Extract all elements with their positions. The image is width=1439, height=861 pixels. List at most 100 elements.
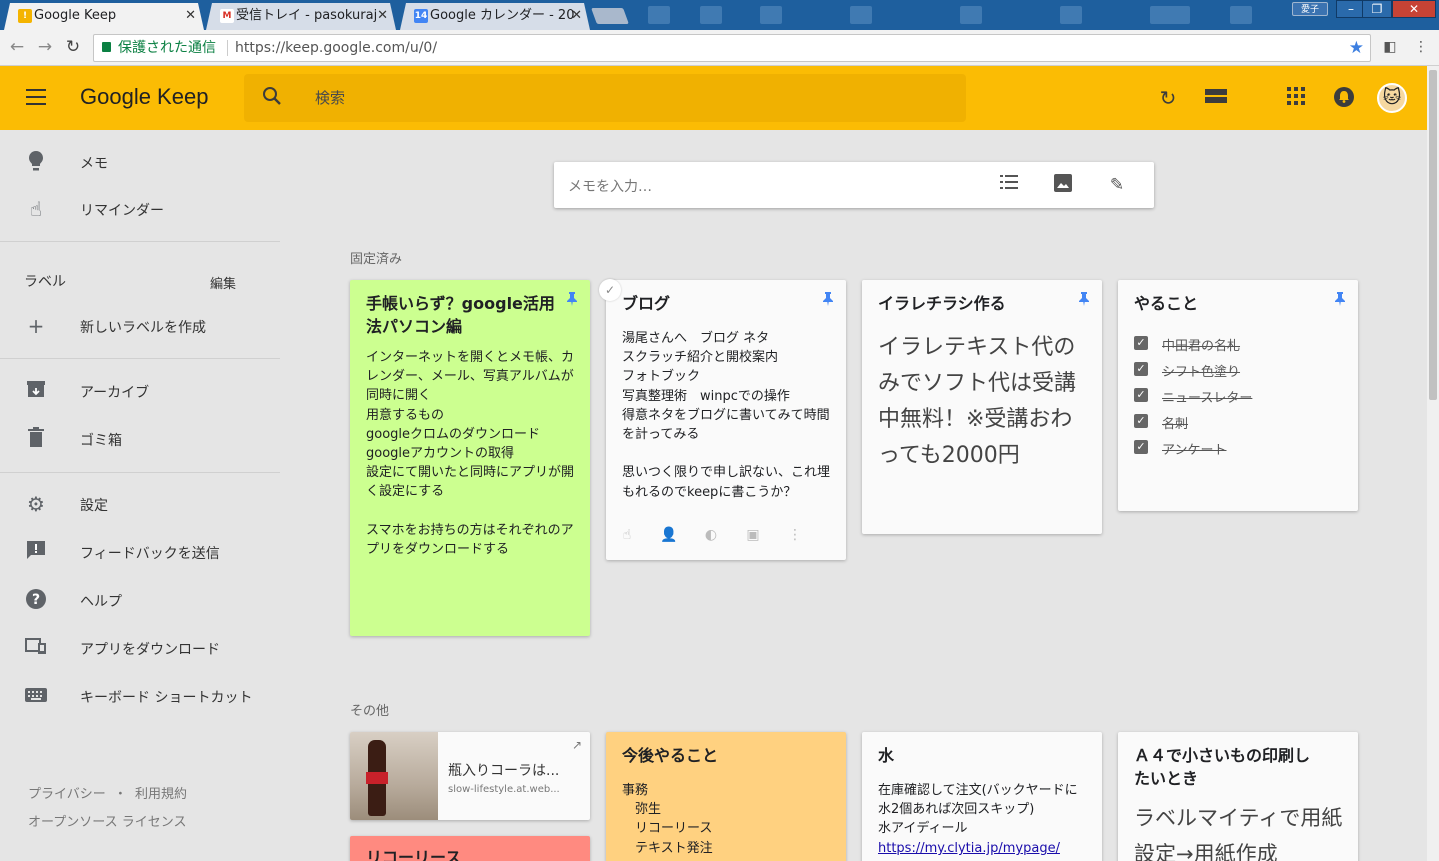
sidebar-item-label: キーボード ショートカット <box>80 690 253 706</box>
note-card[interactable]: 水 在庫確認して注文(バックヤードに水2個あれば次回スキップ) 水アイディール … <box>862 732 1102 861</box>
note-card[interactable]: ブログ 湯尾さんへ ブログ ネタ スクラッチ紹介と開校案内 フォトブック 写真整… <box>606 280 846 560</box>
tab-gmail[interactable]: M 受信トレイ - pasokuraj ✕ <box>206 3 396 30</box>
tab-google-keep[interactable]: ! Google Keep ✕ <box>4 3 204 30</box>
sidebar-item-help[interactable]: ? ヘルプ <box>0 580 280 620</box>
checkbox-checked-icon[interactable]: ✓ <box>1134 336 1148 350</box>
lock-icon <box>102 42 111 52</box>
maximize-icon[interactable]: ❐ <box>1362 0 1392 18</box>
sidebar-item-keyboard-shortcuts[interactable]: キーボード ショートカット <box>0 676 280 716</box>
new-list-icon[interactable] <box>998 174 1020 196</box>
create-label-button[interactable]: + 新しいラベルを作成 <box>0 306 280 346</box>
archive-icon[interactable]: ▣ <box>744 526 762 544</box>
note-card[interactable]: イラレチラシ作る イラレテキスト代のみでソフト代は受講中無料！※受講おわっても2… <box>862 280 1102 534</box>
note-body: 湯尾さんへ ブログ ネタ スクラッチ紹介と開校案内 フォトブック 写真整理術 w… <box>622 331 831 500</box>
refresh-icon[interactable]: ↻ <box>1156 86 1180 110</box>
link-domain: slow-lifestyle.at.web... <box>448 784 560 795</box>
plus-icon: + <box>27 314 45 338</box>
scrollbar-thumb[interactable] <box>1429 70 1437 400</box>
sidebar-item-feedback[interactable]: フィードバックを送信 <box>0 532 280 572</box>
page-scrollbar[interactable] <box>1427 66 1439 861</box>
avatar[interactable]: 🐱 <box>1377 83 1407 113</box>
keep-extension-icon[interactable]: ◧ <box>1381 38 1399 56</box>
note-composer[interactable]: メモを入力… ✎ <box>554 162 1154 208</box>
sidebar-item-settings[interactable]: ⚙ 設定 <box>0 484 280 524</box>
sidebar-item-label: 設定 <box>80 498 108 514</box>
sidebar-item-label: アプリをダウンロード <box>80 642 220 658</box>
pin-icon[interactable] <box>822 292 834 306</box>
address-bar[interactable]: 保護された通信 https://keep.google.com/u/0/ ★ <box>93 34 1371 62</box>
search-icon[interactable] <box>262 86 282 108</box>
note-body: 在庫確認して注文(バックヤードに水2個あれば次回スキップ) 水アイディール <box>878 783 1078 837</box>
checkbox-checked-icon[interactable]: ✓ <box>1134 440 1148 454</box>
privacy-link[interactable]: プライバシー <box>28 787 106 802</box>
oss-license-link[interactable]: オープンソース ライセンス <box>28 811 186 830</box>
reminder-hand-icon[interactable]: ☝ <box>618 526 636 544</box>
new-image-icon[interactable] <box>1052 174 1074 196</box>
note-card[interactable]: 手帳いらず？google活用法パソコン編 インターネットを開くとメモ帳、カレンダ… <box>350 280 590 636</box>
list-view-icon[interactable] <box>1204 86 1228 110</box>
more-vert-icon[interactable]: ⋮ <box>1412 38 1430 56</box>
close-icon[interactable]: ✕ <box>185 3 196 29</box>
sidebar: メモ ☝ リマインダー ラベル 編集 + 新しいラベルを作成 アーカイブ ゴミ箱… <box>0 130 280 861</box>
terms-link[interactable]: 利用規約 <box>135 787 187 802</box>
note-title: やること <box>1134 294 1199 313</box>
note-card[interactable]: やること ✓ 中田君の名札 ✓ シフト色塗り ✓ ニュースレター ✓ 名刺 ✓ … <box>1118 280 1358 511</box>
note-title: Ａ４で小さいもの印刷したいとき <box>1134 746 1311 788</box>
checklist-item-text: アンケート <box>1162 443 1227 458</box>
reload-icon[interactable]: ↻ <box>62 36 84 58</box>
sidebar-item-label: フィードバックを送信 <box>80 546 220 562</box>
checkbox-checked-icon[interactable]: ✓ <box>1134 362 1148 376</box>
sidebar-item-archive[interactable]: アーカイブ <box>0 371 280 411</box>
close-icon[interactable]: ✕ <box>377 3 388 29</box>
pinned-section-title: 固定済み <box>350 252 403 267</box>
taskbar-deco <box>648 6 670 24</box>
note-title: イラレチラシ作る <box>878 294 1006 313</box>
sidebar-item-notes[interactable]: メモ <box>0 142 280 182</box>
url-text[interactable]: https://keep.google.com/u/0/ <box>235 35 437 61</box>
tab-calendar[interactable]: 14 Google カレンダー - 20 ✕ <box>400 3 590 30</box>
note-url-link[interactable]: https://my.clytia.jp/mypage/ <box>878 841 1060 856</box>
pin-icon[interactable] <box>566 292 578 306</box>
note-card[interactable]: リコーリース <box>350 836 590 861</box>
sidebar-item-trash[interactable]: ゴミ箱 <box>0 419 280 459</box>
labels-edit-button[interactable]: 編集 <box>210 273 236 292</box>
collaborator-icon[interactable]: 👤 <box>660 526 678 544</box>
calendar-icon: 14 <box>414 11 428 21</box>
checkbox-checked-icon[interactable]: ✓ <box>1134 388 1148 402</box>
bookmark-star-icon[interactable]: ★ <box>1349 35 1364 61</box>
close-window-icon[interactable]: ✕ <box>1392 0 1436 18</box>
apps-grid-icon[interactable] <box>1284 86 1308 110</box>
pin-icon[interactable] <box>1078 292 1090 306</box>
note-card[interactable]: 今後やること 事務 弥生 リコーリース テキスト発注 <box>606 732 846 861</box>
forward-icon[interactable]: → <box>34 36 56 58</box>
note-link[interactable]: https://my.clytia.jp/mypage/ <box>878 839 1088 858</box>
profile-chip[interactable]: 愛子 <box>1292 2 1328 16</box>
taskbar-deco <box>1150 6 1190 24</box>
divider <box>0 241 280 242</box>
select-note-icon[interactable]: ✓ <box>599 279 621 301</box>
note-card[interactable]: Ａ４で小さいもの印刷したいとき ラベルマイティで用紙設定→用紙作成 <box>1118 732 1358 861</box>
sidebar-item-reminders[interactable]: ☝ リマインダー <box>0 189 280 229</box>
app-logo[interactable]: Google Keep <box>80 84 208 110</box>
pin-icon[interactable] <box>1334 292 1346 306</box>
more-vert-icon[interactable]: ⋮ <box>786 526 804 544</box>
gear-icon: ⚙ <box>27 492 45 516</box>
link-preview-card[interactable]: 瓶入りコーラは... slow-lifestyle.at.web... ↗ <box>350 732 590 820</box>
composer-input[interactable]: メモを入力… <box>568 176 652 196</box>
sidebar-item-download-apps[interactable]: アプリをダウンロード <box>0 628 280 668</box>
main-menu-icon[interactable] <box>26 89 46 107</box>
devices-icon <box>24 636 48 660</box>
new-drawing-icon[interactable]: ✎ <box>1106 174 1128 196</box>
search-input[interactable]: 検索 <box>315 87 345 108</box>
back-icon[interactable]: ← <box>6 36 28 58</box>
close-icon[interactable]: ✕ <box>571 3 582 29</box>
archive-icon <box>24 379 48 403</box>
checklist-item-text: 中田君の名札 <box>1162 339 1241 354</box>
search-box[interactable] <box>244 74 966 122</box>
notifications-icon[interactable] <box>1332 86 1356 110</box>
new-tab-button[interactable] <box>591 8 629 24</box>
checkbox-checked-icon[interactable]: ✓ <box>1134 414 1148 428</box>
open-external-icon[interactable]: ↗ <box>572 738 582 752</box>
palette-icon[interactable]: ◐ <box>702 526 720 544</box>
sidebar-item-label: 新しいラベルを作成 <box>80 320 206 336</box>
